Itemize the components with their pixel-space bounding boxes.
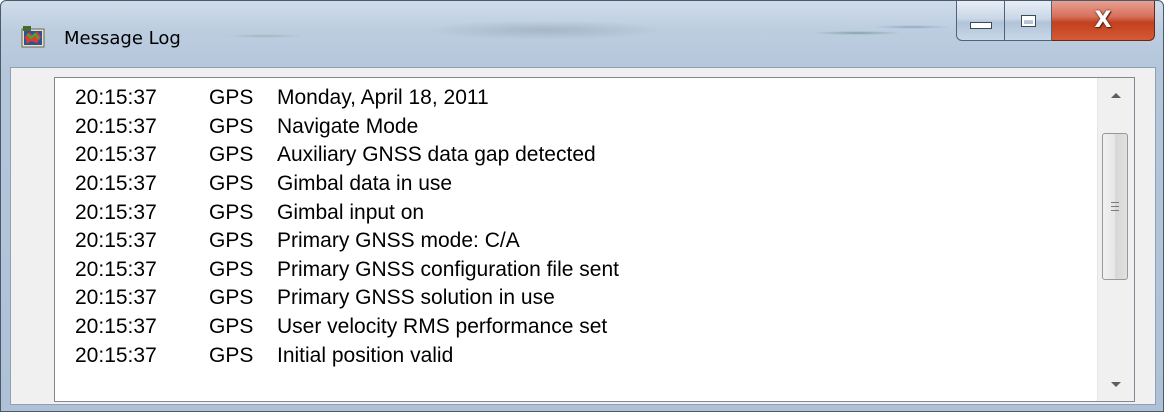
log-row[interactable]: 20:15:37 GPS Primary GNSS solution in us… [55, 284, 1098, 313]
log-time: 20:15:37 [75, 315, 157, 339]
app-globe-icon[interactable] [21, 25, 45, 49]
log-source: GPS [209, 200, 254, 224]
log-source: GPS [209, 172, 254, 196]
log-time: 20:15:37 [75, 286, 157, 310]
aero-glass-background [171, 3, 951, 63]
log-time: 20:15:37 [75, 343, 157, 367]
log-row[interactable]: 20:15:37 GPS User velocity RMS performan… [55, 313, 1098, 342]
log-row[interactable]: 20:15:37 GPS Gimbal input on [55, 198, 1098, 227]
log-row[interactable]: 20:15:37 GPS Gimbal data in use [55, 170, 1098, 199]
log-source: GPS [209, 257, 254, 281]
close-button[interactable]: X [1052, 1, 1155, 41]
window-title: Message Log [64, 28, 181, 49]
log-row[interactable]: 20:15:37 GPS Navigate Mode [55, 113, 1098, 142]
scroll-down-arrow-icon [1111, 381, 1121, 387]
scroll-up-button[interactable] [1098, 78, 1134, 112]
log-message: Gimbal input on [277, 200, 425, 224]
log-row[interactable]: 20:15:37 GPS Auxiliary GNSS data gap det… [55, 141, 1098, 170]
log-row[interactable]: 20:15:37 GPS Primary GNSS mode: C/A [55, 227, 1098, 256]
message-log-list[interactable]: 20:15:37 GPS Monday, April 18, 2011 20:1… [54, 77, 1135, 402]
log-time: 20:15:37 [75, 172, 157, 196]
log-time: 20:15:37 [75, 114, 157, 138]
window-controls: X [956, 1, 1155, 41]
client-area: 20:15:37 GPS Monday, April 18, 2011 20:1… [10, 67, 1156, 405]
log-source: GPS [209, 143, 254, 167]
message-log-window: Message Log X 20:15:37 GPS Monday, April… [0, 0, 1164, 412]
scroll-grip-icon [1111, 202, 1119, 211]
close-icon: X [1094, 7, 1112, 33]
scroll-down-button[interactable] [1098, 367, 1134, 401]
log-source: GPS [209, 229, 254, 253]
maximize-button[interactable] [1005, 1, 1052, 41]
log-time: 20:15:37 [75, 229, 157, 253]
log-row[interactable]: 20:15:37 GPS Primary GNSS configuration … [55, 256, 1098, 285]
log-source: GPS [209, 286, 254, 310]
log-time: 20:15:37 [75, 86, 157, 110]
log-time: 20:15:37 [75, 143, 157, 167]
scroll-thumb[interactable] [1102, 133, 1128, 280]
log-message: User velocity RMS performance set [277, 315, 608, 339]
log-message: Primary GNSS solution in use [277, 286, 555, 310]
maximize-icon [1020, 14, 1036, 27]
log-message: Primary GNSS configuration file sent [277, 257, 619, 281]
title-bar[interactable]: Message Log X [1, 1, 1163, 67]
scroll-up-arrow-icon [1111, 92, 1121, 98]
log-message: Primary GNSS mode: C/A [277, 229, 520, 253]
log-source: GPS [209, 343, 254, 367]
log-time: 20:15:37 [75, 200, 157, 224]
log-message: Gimbal data in use [277, 172, 453, 196]
log-rows: 20:15:37 GPS Monday, April 18, 2011 20:1… [55, 84, 1098, 370]
log-message: Monday, April 18, 2011 [277, 86, 489, 110]
log-message: Navigate Mode [277, 114, 419, 138]
minimize-icon [969, 22, 992, 29]
log-row[interactable]: 20:15:37 GPS Initial position valid [55, 341, 1098, 370]
log-source: GPS [209, 114, 254, 138]
log-time: 20:15:37 [75, 257, 157, 281]
log-message: Auxiliary GNSS data gap detected [277, 143, 596, 167]
vertical-scrollbar[interactable] [1097, 78, 1134, 401]
minimize-button[interactable] [956, 1, 1005, 41]
log-source: GPS [209, 86, 254, 110]
log-source: GPS [209, 315, 254, 339]
log-row[interactable]: 20:15:37 GPS Monday, April 18, 2011 [55, 84, 1098, 113]
log-message: Initial position valid [277, 343, 454, 367]
